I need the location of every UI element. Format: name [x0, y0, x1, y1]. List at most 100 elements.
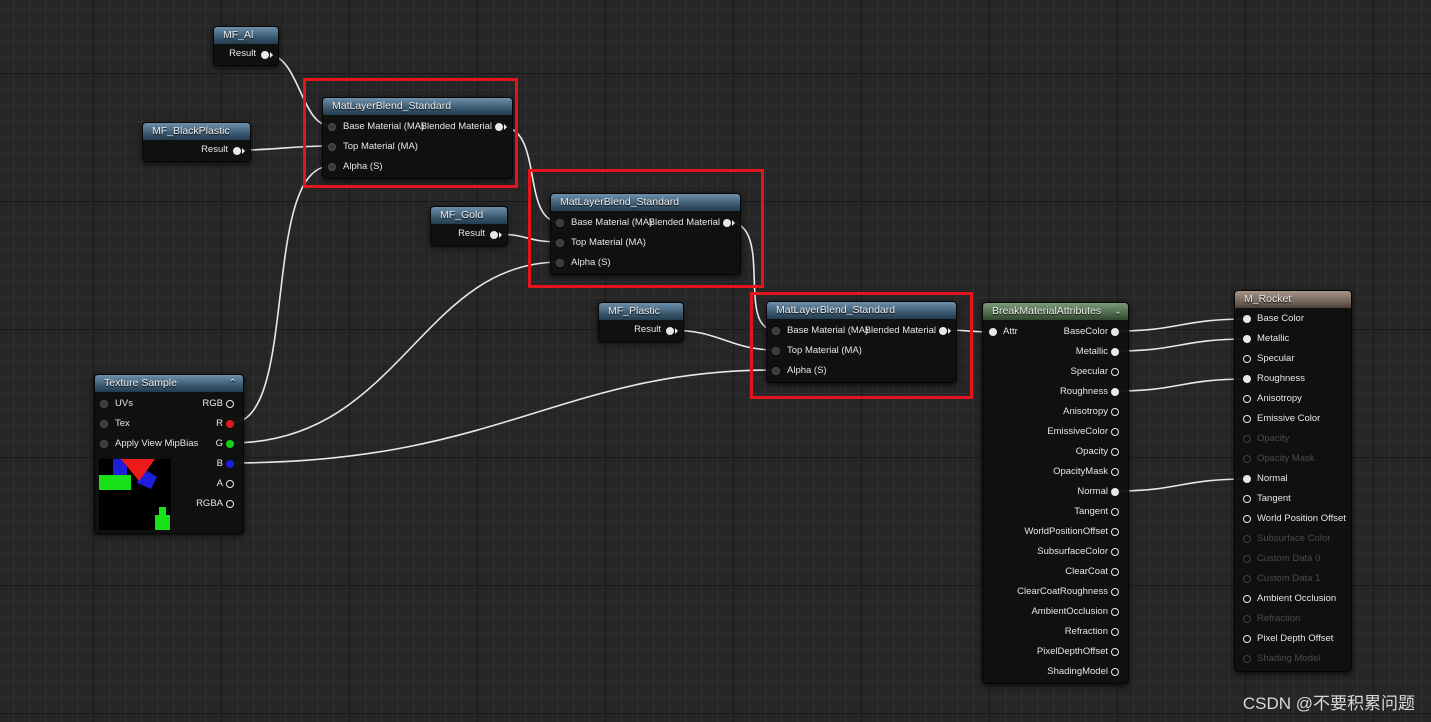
output-pin-a[interactable]	[226, 480, 234, 488]
input-pin[interactable]	[1243, 395, 1251, 403]
input-pin[interactable]	[1243, 455, 1251, 463]
input-label-uvs: UVs	[115, 398, 133, 409]
input-label: Base Color	[1257, 313, 1304, 324]
highlight-box-blend-3	[750, 292, 973, 399]
input-label: Tangent	[1257, 493, 1291, 504]
node-texture-sample[interactable]: Texture Sample ⌃ UVs Tex Apply View MipBi…	[94, 374, 244, 534]
input-pin-tex[interactable]	[100, 420, 108, 428]
output-pin[interactable]	[1111, 628, 1119, 636]
output-label: ClearCoat	[1065, 566, 1108, 577]
input-pin[interactable]	[1243, 555, 1251, 563]
output-pin[interactable]	[490, 231, 498, 239]
output-pin[interactable]	[1111, 588, 1119, 596]
output-pin[interactable]	[261, 51, 269, 59]
input-pin[interactable]	[1243, 635, 1251, 643]
input-pin-attr[interactable]	[989, 328, 997, 336]
input-label-mipbias: Apply View MipBias	[115, 438, 199, 449]
output-pin-r[interactable]	[226, 420, 234, 428]
output-label: Result	[634, 324, 661, 335]
node-m-rocket[interactable]: M_Rocket Base Color Metallic Specular Rough…	[1234, 290, 1352, 672]
output-pin-rgba[interactable]	[226, 500, 234, 508]
output-label: Result	[201, 144, 228, 155]
node-title[interactable]: MF_Plastic	[599, 303, 683, 320]
output-pin[interactable]	[1111, 448, 1119, 456]
node-mf-al[interactable]: MF_Al Result	[213, 26, 279, 66]
output-label-g: G	[215, 438, 223, 449]
output-pin[interactable]	[1111, 368, 1119, 376]
node-mf-gold[interactable]: MF_Gold Result	[430, 206, 508, 246]
input-pin-uvs[interactable]	[100, 400, 108, 408]
node-title[interactable]: MF_Gold	[431, 207, 507, 224]
output-label: AmbientOcclusion	[1031, 606, 1108, 617]
input-pin[interactable]	[1243, 655, 1251, 663]
output-label: PixelDepthOffset	[1036, 646, 1108, 657]
output-pin[interactable]	[666, 327, 674, 335]
input-pin-mipbias[interactable]	[100, 440, 108, 448]
output-pin[interactable]	[1111, 568, 1119, 576]
input-pin[interactable]	[1243, 595, 1251, 603]
input-pin[interactable]	[1243, 475, 1251, 483]
output-pin-rgb[interactable]	[226, 400, 234, 408]
output-pin-b[interactable]	[226, 460, 234, 468]
input-pin[interactable]	[1243, 415, 1251, 423]
output-pin[interactable]	[1111, 528, 1119, 536]
wire-b-to-blend3-alpha	[230, 369, 776, 464]
pin-arrow-icon	[270, 52, 273, 58]
input-pin[interactable]	[1243, 495, 1251, 503]
input-pin[interactable]	[1243, 375, 1251, 383]
output-label-r: R	[216, 418, 223, 429]
output-pin-g[interactable]	[226, 440, 234, 448]
output-label: Normal	[1077, 486, 1108, 497]
output-pin[interactable]	[1111, 508, 1119, 516]
output-label: Result	[229, 48, 256, 59]
wire-r-to-blend1-alpha	[230, 165, 332, 424]
output-pin[interactable]	[1111, 548, 1119, 556]
output-pin[interactable]	[1111, 488, 1119, 496]
node-title[interactable]: BreakMaterialAttributes ⌄	[983, 303, 1128, 320]
input-pin[interactable]	[1243, 615, 1251, 623]
input-pin[interactable]	[1243, 335, 1251, 343]
node-mf-blackplastic[interactable]: MF_BlackPlastic Result	[142, 122, 251, 162]
input-pin[interactable]	[1243, 515, 1251, 523]
collapse-chevron-icon[interactable]: ⌃	[229, 375, 237, 392]
input-pin[interactable]	[1243, 355, 1251, 363]
input-label: Anisotropy	[1257, 393, 1302, 404]
output-label: Roughness	[1059, 386, 1108, 397]
input-pin[interactable]	[1243, 435, 1251, 443]
output-label: OpacityMask	[1053, 466, 1108, 477]
output-pin[interactable]	[1111, 648, 1119, 656]
node-mf-plastic[interactable]: MF_Plastic Result	[598, 302, 684, 342]
pin-arrow-icon	[499, 232, 502, 238]
input-label: Custom Data 0	[1257, 553, 1321, 564]
connection-wires	[230, 53, 1248, 492]
output-pin[interactable]	[233, 147, 241, 155]
output-pin[interactable]	[1111, 608, 1119, 616]
node-title[interactable]: M_Rocket	[1235, 291, 1351, 308]
node-break-material-attributes[interactable]: BreakMaterialAttributes ⌄ Attr BaseColor M…	[982, 302, 1129, 684]
output-pin[interactable]	[1111, 348, 1119, 356]
collapse-chevron-icon[interactable]: ⌄	[1114, 303, 1122, 320]
node-title[interactable]: MF_BlackPlastic	[143, 123, 250, 140]
output-pin[interactable]	[1111, 388, 1119, 396]
input-label: Opacity Mask	[1257, 453, 1315, 464]
output-label: Tangent	[1074, 506, 1108, 517]
texture-preview-thumbnail	[99, 459, 171, 530]
highlight-box-blend-2	[528, 169, 764, 288]
output-pin[interactable]	[1111, 408, 1119, 416]
output-label: Refraction	[1064, 626, 1108, 637]
node-title[interactable]: Texture Sample ⌃	[95, 375, 243, 392]
output-label: EmissiveColor	[1047, 426, 1108, 437]
node-title[interactable]: MF_Al	[214, 27, 278, 44]
input-label: Custom Data 1	[1257, 573, 1321, 584]
input-pin[interactable]	[1243, 315, 1251, 323]
output-pin[interactable]	[1111, 328, 1119, 336]
input-label: Emissive Color	[1257, 413, 1321, 424]
output-pin[interactable]	[1111, 668, 1119, 676]
input-pin[interactable]	[1243, 535, 1251, 543]
output-pin[interactable]	[1111, 468, 1119, 476]
output-label-rgba: RGBA	[196, 498, 223, 509]
input-label: Subsurface Color	[1257, 533, 1331, 544]
output-pin[interactable]	[1111, 428, 1119, 436]
output-label: Specular	[1070, 366, 1109, 377]
input-pin[interactable]	[1243, 575, 1251, 583]
